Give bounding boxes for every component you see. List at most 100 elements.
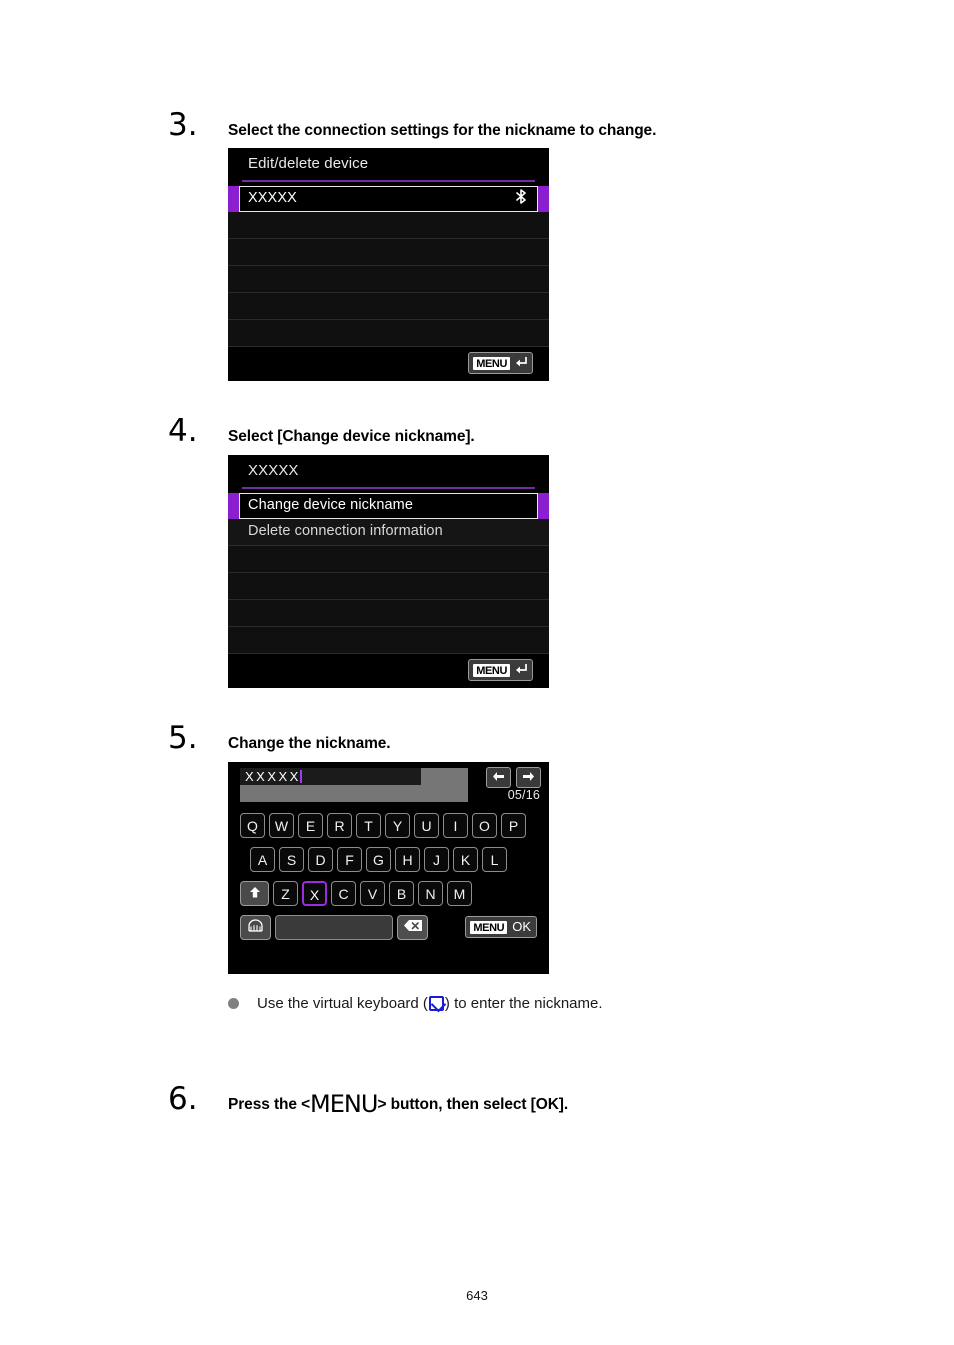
step-6-heading: 6. Press the <MENU> button, then select …: [168, 1084, 568, 1119]
key-f[interactable]: F: [337, 846, 362, 872]
menu-chip-label: MENU: [470, 920, 508, 934]
note-text-after: ) to enter the nickname.: [444, 995, 603, 1012]
list-item[interactable]: [228, 600, 549, 627]
key-e[interactable]: E: [298, 812, 323, 838]
key-u[interactable]: U: [414, 812, 439, 838]
step-5-note: Use the virtual keyboard ( ) to enter th…: [228, 995, 603, 1012]
screen-header: Edit/delete device: [228, 148, 549, 186]
keyboard-keys: Q W E R T Y U I O P A S D F G H J K L Z …: [228, 808, 549, 974]
key-a[interactable]: A: [250, 846, 275, 872]
step-3-number: 3.: [168, 107, 198, 143]
manual-page: 3. Select the connection settings for th…: [0, 0, 954, 1345]
header-rule: [242, 487, 535, 489]
key-g[interactable]: G: [366, 846, 391, 872]
screen-footer: MENU: [228, 654, 549, 688]
camera-screen-device-options: XXXXX Change device nickname Delete conn…: [228, 455, 549, 688]
step-6-title: Press the <MENU> button, then select [OK…: [228, 1090, 568, 1118]
key-d[interactable]: D: [308, 846, 333, 872]
cursor-right-button[interactable]: [516, 767, 541, 788]
menu-back-button[interactable]: MENU: [468, 352, 533, 374]
back-arrow-icon: [514, 663, 528, 677]
keyboard-row-1: Q W E R T Y U I O P: [228, 808, 549, 842]
key-q[interactable]: Q: [240, 812, 265, 838]
step-5-number: 5.: [168, 720, 198, 756]
screen-title: Edit/delete device: [248, 155, 369, 172]
list-item-delete-connection-information[interactable]: Delete connection information: [228, 519, 549, 546]
back-arrow-icon: [514, 356, 528, 370]
list-item-label: Change device nickname: [248, 497, 414, 513]
key-m[interactable]: M: [447, 880, 472, 906]
text-caret: [299, 770, 302, 783]
return-arrow-glyph: [516, 357, 527, 367]
input-mode-key[interactable]: [240, 914, 271, 940]
character-set-icon: [248, 918, 263, 932]
list-item[interactable]: [228, 293, 549, 320]
nickname-input-value: XXXXX: [245, 769, 301, 784]
character-count: 05/16: [507, 788, 540, 802]
menu-button-glyph: MENU: [310, 1090, 378, 1118]
step-4: 4. Select [Change device nickname].: [168, 416, 475, 447]
key-x[interactable]: X: [302, 880, 327, 906]
camera-screen-virtual-keyboard: XXXXX 05/16 Q W E R T Y U I O P A S D F …: [228, 762, 549, 974]
key-t[interactable]: T: [356, 812, 381, 838]
text-field-value-wrap: XXXXX: [245, 768, 302, 785]
list-item[interactable]: [228, 212, 549, 239]
key-k[interactable]: K: [453, 846, 478, 872]
cursor-move-buttons: [486, 767, 541, 788]
key-y[interactable]: Y: [385, 812, 410, 838]
screen-title: XXXXX: [248, 462, 299, 479]
key-s[interactable]: S: [279, 846, 304, 872]
screen-header: XXXXX: [228, 455, 549, 493]
key-h[interactable]: H: [395, 846, 420, 872]
step-6-text-before: Press the <: [228, 1096, 311, 1113]
key-i[interactable]: I: [443, 812, 468, 838]
menu-back-button[interactable]: MENU: [468, 659, 533, 681]
bluetooth-glyph: [516, 189, 526, 204]
cursor-left-button[interactable]: [486, 767, 511, 788]
menu-ok-button[interactable]: MENU OK: [465, 916, 537, 938]
key-n[interactable]: N: [418, 880, 443, 906]
key-j[interactable]: J: [424, 846, 449, 872]
shift-key[interactable]: [240, 880, 269, 906]
step-3-heading: 3. Select the connection settings for th…: [168, 110, 656, 141]
list-item[interactable]: XXXXX: [228, 186, 549, 212]
key-o[interactable]: O: [472, 812, 497, 838]
step-6-text-after: > button, then select [OK].: [377, 1096, 569, 1113]
list-item[interactable]: [228, 239, 549, 266]
key-r[interactable]: R: [327, 812, 352, 838]
camera-screen-edit-delete-device: Edit/delete device XXXXX MENU: [228, 148, 549, 381]
step-3: 3. Select the connection settings for th…: [168, 110, 656, 141]
list-item[interactable]: [228, 320, 549, 347]
key-c[interactable]: C: [331, 880, 356, 906]
arrow-left-icon: [493, 772, 504, 781]
shift-arrow-up-icon: [249, 886, 260, 897]
page-number: 643: [466, 1288, 488, 1303]
space-key[interactable]: [275, 914, 393, 940]
ok-label: OK: [512, 919, 531, 934]
step-5-title: Change the nickname.: [228, 735, 391, 752]
menu-chip-label: MENU: [473, 663, 510, 677]
list-item-change-device-nickname[interactable]: Change device nickname: [228, 493, 549, 519]
arrow-right-icon: [523, 772, 534, 781]
list-item-label: XXXXX: [248, 190, 297, 206]
key-z[interactable]: Z: [273, 880, 298, 906]
list-item[interactable]: [228, 266, 549, 293]
list-item[interactable]: [228, 546, 549, 573]
key-l[interactable]: L: [482, 846, 507, 872]
keyboard-text-area: XXXXX 05/16: [228, 762, 549, 808]
list-item[interactable]: [228, 627, 549, 654]
key-v[interactable]: V: [360, 880, 385, 906]
key-w[interactable]: W: [269, 812, 294, 838]
key-b[interactable]: B: [389, 880, 414, 906]
backspace-key[interactable]: [397, 914, 428, 940]
step-4-title: Select [Change device nickname].: [228, 428, 475, 445]
bullet-dot-icon: [228, 998, 239, 1009]
bluetooth-icon: [516, 189, 527, 209]
screen-list: XXXXX: [228, 186, 549, 347]
step-3-title: Select the connection settings for the n…: [228, 122, 657, 139]
header-rule: [242, 180, 535, 182]
virtual-keyboard-link-icon[interactable]: [428, 996, 444, 1011]
key-p[interactable]: P: [501, 812, 526, 838]
list-item[interactable]: [228, 573, 549, 600]
note-text-before: Use the virtual keyboard (: [257, 995, 428, 1012]
